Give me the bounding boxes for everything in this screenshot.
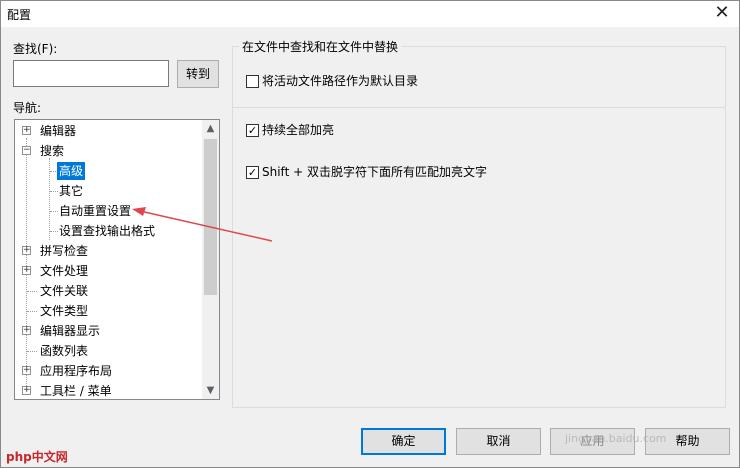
nav-tree[interactable]: + 编辑器 − 搜索 高级 其它 自动重置设置 设置查找输出格式 + 拼写检查 … — [14, 119, 220, 400]
close-icon[interactable]: ✕ — [711, 3, 733, 23]
expand-icon[interactable]: + — [22, 126, 31, 135]
checkbox-checked[interactable]: ✓ — [246, 124, 259, 137]
expand-icon[interactable]: + — [22, 326, 31, 335]
scroll-down-icon[interactable]: ▼ — [202, 382, 219, 399]
group-title: 在文件中查找和在文件中替换 — [239, 38, 402, 55]
expand-icon[interactable]: + — [22, 246, 31, 255]
window-title: 配置 — [7, 8, 32, 22]
collapse-icon[interactable]: − — [22, 146, 31, 155]
ok-button[interactable]: 确定 — [361, 428, 446, 455]
config-dialog: 配置 ✕ 查找(F): 转到 导航: + 编辑器 − 搜索 高级 其它 自动重置… — [0, 0, 740, 468]
scroll-up-icon[interactable]: ▲ — [202, 120, 219, 137]
find-label: 查找(F): — [13, 42, 58, 56]
scroll-thumb[interactable] — [204, 139, 217, 295]
tree-guide-root — [26, 138, 27, 390]
group-separator — [233, 107, 725, 108]
watermark-logo: php中文网 — [6, 450, 68, 464]
checkbox-unchecked[interactable] — [246, 75, 259, 88]
expand-icon[interactable]: + — [22, 266, 31, 275]
options-group — [232, 46, 726, 408]
checkbox-checked[interactable]: ✓ — [246, 166, 259, 179]
expand-icon[interactable]: + — [22, 366, 31, 375]
title-bar[interactable]: 配置 ✕ — [1, 1, 739, 27]
find-input[interactable] — [13, 60, 169, 87]
tree-scrollbar[interactable]: ▲ ▼ — [202, 120, 219, 399]
expand-icon[interactable]: + — [22, 386, 31, 395]
watermark-url: jingyan.baidu.com — [565, 432, 667, 445]
goto-button[interactable]: 转到 — [177, 60, 219, 88]
nav-label: 导航: — [13, 101, 42, 115]
cancel-button[interactable]: 取消 — [456, 428, 541, 455]
